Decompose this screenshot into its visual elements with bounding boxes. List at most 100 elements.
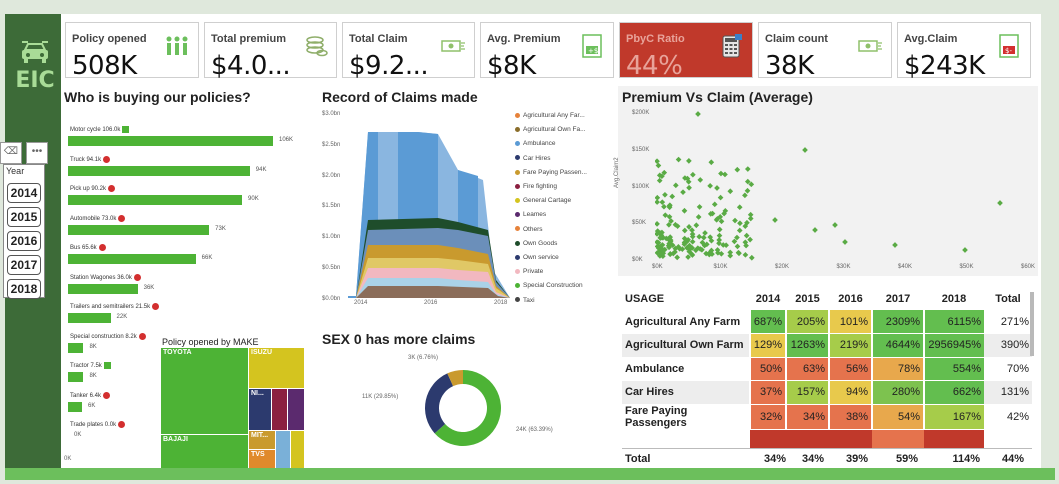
- more-options-icon[interactable]: •••: [26, 142, 48, 164]
- scatter-point[interactable]: [727, 188, 734, 195]
- scatter-point[interactable]: [661, 203, 667, 210]
- treemap-tile-mitsubishi[interactable]: MIT...: [249, 431, 275, 449]
- scatter-point[interactable]: [672, 182, 679, 189]
- scatter-plot[interactable]: [655, 110, 1030, 262]
- scatter-point[interactable]: [736, 227, 743, 234]
- bar[interactable]: [68, 224, 210, 235]
- scatter-point[interactable]: [716, 232, 723, 239]
- scatter-point[interactable]: [707, 183, 713, 189]
- scatter-point[interactable]: [802, 147, 808, 153]
- legend-item[interactable]: Private: [515, 268, 543, 275]
- bar[interactable]: [68, 165, 250, 176]
- scatter-point[interactable]: [675, 156, 682, 163]
- scatter-point[interactable]: [734, 243, 741, 250]
- legend-item[interactable]: Fare Paying Passen...: [515, 169, 587, 176]
- usage-matrix[interactable]: USAGE 2014 2015 2016 2017 2018 Total Agr…: [622, 288, 1032, 468]
- scatter-point[interactable]: [717, 194, 724, 201]
- scatter-point[interactable]: [742, 252, 749, 258]
- treemap-tile-toyota[interactable]: TOYOTA: [161, 348, 248, 434]
- scatter-point[interactable]: [736, 204, 743, 211]
- bar[interactable]: [68, 401, 82, 412]
- scatter-point[interactable]: [708, 159, 715, 166]
- year-button-2015[interactable]: 2015: [7, 207, 41, 227]
- scatter-point[interactable]: [697, 177, 704, 183]
- treemap-tile-other-4[interactable]: [291, 431, 304, 468]
- scatter-point[interactable]: [832, 222, 838, 228]
- bar[interactable]: [68, 195, 243, 205]
- scatter-point[interactable]: [747, 215, 754, 222]
- year-button-2018[interactable]: 2018: [7, 279, 41, 299]
- column-header[interactable]: 2016: [829, 288, 872, 310]
- legend-item[interactable]: Taxi: [515, 297, 535, 304]
- scatter-point[interactable]: [732, 217, 738, 224]
- legend-item[interactable]: Leames: [515, 211, 546, 218]
- scatter-point[interactable]: [711, 201, 718, 208]
- donut-slice[interactable]: [425, 373, 454, 434]
- scatter-point[interactable]: [659, 199, 666, 205]
- legend-item[interactable]: Own service: [515, 254, 559, 261]
- treemap-tile-other-3[interactable]: [276, 431, 290, 468]
- table-row[interactable]: Ambulance 50% 63% 56% 78% 554% 70%: [622, 357, 1032, 381]
- scatter-point[interactable]: [772, 217, 778, 223]
- scatter-point[interactable]: [747, 236, 753, 243]
- scatter-point[interactable]: [702, 230, 708, 236]
- scatter-point[interactable]: [737, 220, 743, 227]
- year-button-2016[interactable]: 2016: [7, 231, 41, 251]
- scatter-point[interactable]: [655, 158, 660, 165]
- scatter-point[interactable]: [748, 254, 755, 261]
- scatter-point[interactable]: [695, 111, 701, 117]
- scatter-point[interactable]: [892, 242, 898, 248]
- legend-item[interactable]: Ambulance: [515, 140, 556, 147]
- scatter-point[interactable]: [690, 171, 696, 178]
- scatter-point[interactable]: [718, 170, 724, 177]
- scatter-point[interactable]: [655, 194, 661, 201]
- legend-item[interactable]: Special Construction: [515, 282, 583, 289]
- scatter-point[interactable]: [655, 221, 660, 227]
- scatter-point[interactable]: [714, 185, 720, 191]
- column-header[interactable]: 2015: [786, 288, 829, 310]
- year-button-2014[interactable]: 2014: [7, 183, 41, 203]
- table-row[interactable]: Agricultural Own Farm 129% 1263% 219% 4644% 2…: [622, 333, 1032, 358]
- scatter-point[interactable]: [696, 204, 703, 210]
- scatter-point[interactable]: [744, 166, 751, 172]
- scatter-point[interactable]: [669, 193, 676, 200]
- kpi-pbyc-ratio[interactable]: PbyC Ratio 44%: [619, 22, 753, 81]
- bar[interactable]: [68, 136, 273, 146]
- scatter-point[interactable]: [674, 254, 680, 261]
- kpi-claim-count[interactable]: Claim count 38K: [758, 22, 892, 81]
- bar[interactable]: [68, 372, 84, 382]
- scatter-point[interactable]: [716, 226, 723, 233]
- claims-area-chart[interactable]: [348, 110, 510, 300]
- treemap-tile-other-1[interactable]: [272, 389, 287, 430]
- scatter-point[interactable]: [696, 233, 703, 240]
- kpi-total-premium[interactable]: Total premium $4.0...: [204, 22, 337, 81]
- treemap-tile-other-2[interactable]: [288, 389, 304, 430]
- table-row[interactable]: Fare Paying Passengers 32% 34% 38% 54% 167% 42…: [622, 404, 1032, 430]
- column-header[interactable]: 2018: [924, 288, 984, 310]
- legend-item[interactable]: Agricultural Own Fa...: [515, 126, 586, 133]
- column-header[interactable]: 2014: [750, 288, 786, 310]
- bar[interactable]: [68, 313, 111, 323]
- kpi-avg-claim[interactable]: Avg.Claim $243K $-: [897, 22, 1031, 81]
- scatter-point[interactable]: [734, 166, 741, 173]
- scatter-point[interactable]: [812, 227, 818, 233]
- scatter-point[interactable]: [695, 214, 702, 220]
- column-header[interactable]: Total: [984, 288, 1032, 310]
- scatter-point[interactable]: [681, 227, 688, 234]
- scatter-point[interactable]: [686, 184, 692, 191]
- scatter-point[interactable]: [681, 207, 688, 214]
- scatter-point[interactable]: [736, 250, 742, 257]
- treemap-tile-isuzu[interactable]: ISUZU: [249, 348, 304, 388]
- eraser-icon[interactable]: ⌫: [0, 142, 22, 164]
- scatter-point[interactable]: [727, 249, 734, 256]
- scatter-point[interactable]: [742, 192, 748, 199]
- legend-item[interactable]: Fire fighting: [515, 183, 557, 190]
- scatter-point[interactable]: [693, 222, 700, 229]
- bar[interactable]: [68, 254, 196, 264]
- scatter-point[interactable]: [744, 187, 751, 194]
- treemap-tile-nissan[interactable]: NI...: [249, 389, 271, 430]
- scatter-point[interactable]: [686, 158, 692, 164]
- bar[interactable]: [68, 283, 138, 294]
- scatter-point[interactable]: [680, 189, 686, 195]
- kpi-total-claim[interactable]: Total Claim $9.2...: [342, 22, 475, 81]
